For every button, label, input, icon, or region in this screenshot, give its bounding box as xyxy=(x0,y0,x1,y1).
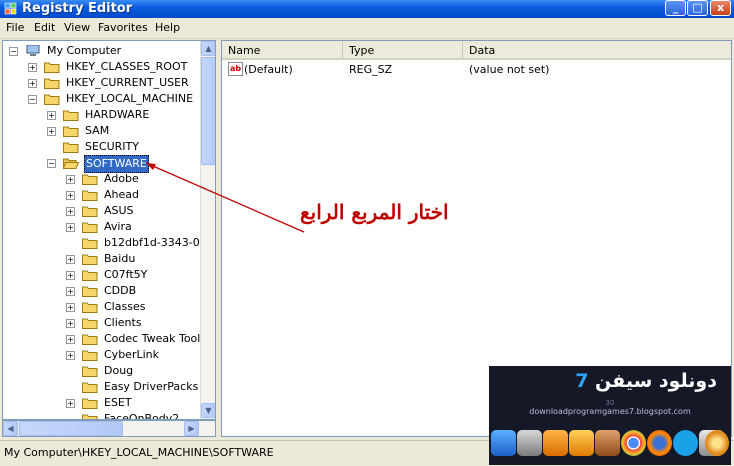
watermark-url: downloadprogramgames7.blogspot.com xyxy=(529,407,691,416)
chrome-icon xyxy=(621,430,646,456)
tools-icon xyxy=(595,430,620,456)
media-icon xyxy=(517,430,542,456)
watermark-number: 7 xyxy=(575,370,589,392)
maps-icon xyxy=(569,430,594,456)
firefox-icon xyxy=(647,430,672,456)
watermark-title: دونلود سيفن 7 xyxy=(575,370,717,392)
watermark-icons xyxy=(491,428,731,460)
settings-icon xyxy=(705,430,729,456)
watermark-title-text: دونلود سيفن xyxy=(595,370,717,392)
skype-icon xyxy=(673,430,698,456)
annotation-text: اختار المربع الرابع xyxy=(300,200,449,224)
windows-icon xyxy=(491,430,516,456)
watermark-subnumber: 30 xyxy=(605,399,615,407)
watermark-banner: دونلود سيفن 7 30 downloadprogramgames7.b… xyxy=(489,366,731,465)
video-icon xyxy=(543,430,568,456)
